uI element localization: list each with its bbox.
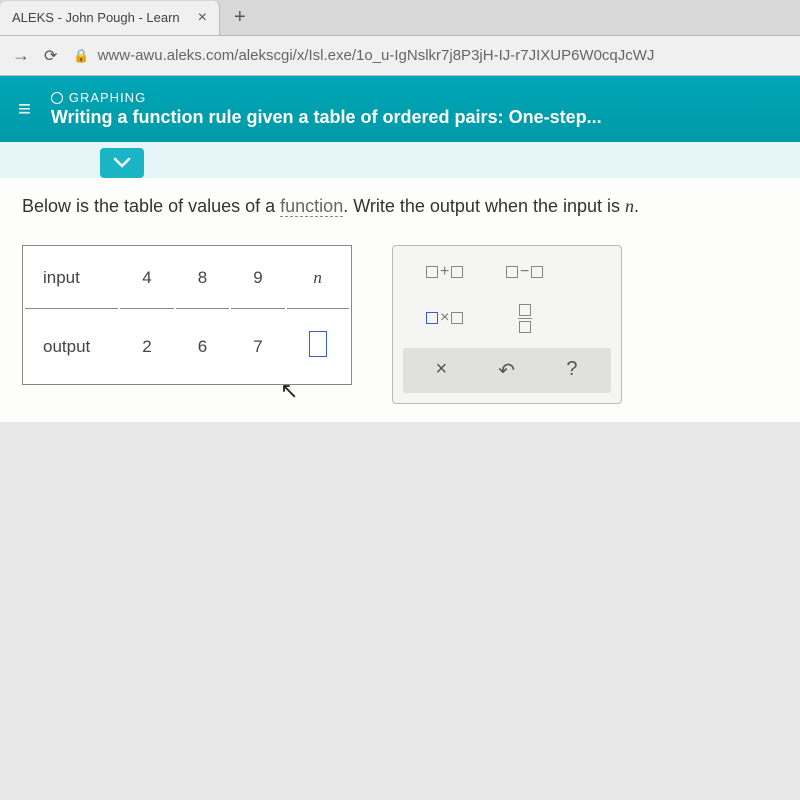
url-text: www-awu.aleks.com/alekscgi/x/Isl.exe/1o_… <box>98 47 655 64</box>
browser-nav-bar: → ⟳ 🔒 www-awu.aleks.com/alekscgi/x/Isl.e… <box>0 36 800 76</box>
input-cell: n <box>287 248 349 309</box>
topic-title: Writing a function rule given a table of… <box>51 107 602 128</box>
browser-tab[interactable]: ALEKS - John Pough - Learn × <box>0 1 220 35</box>
lock-icon: 🔒 <box>73 48 89 64</box>
problem-area: Below is the table of values of a functi… <box>0 178 800 422</box>
tool-actions: × ↶ ? <box>403 348 611 393</box>
function-link[interactable]: function <box>280 196 343 217</box>
browser-tab-bar: ALEKS - John Pough - Learn × + <box>0 0 800 36</box>
tool-panel: + − × × ↶ ? <box>392 245 622 404</box>
input-cell: 8 <box>176 248 229 309</box>
chevron-down-button[interactable] <box>100 148 144 178</box>
tool-fraction[interactable] <box>495 302 555 334</box>
tool-subtract[interactable]: − <box>495 256 555 288</box>
chevron-row <box>0 142 800 178</box>
category-circle-icon <box>51 92 63 104</box>
tool-undo[interactable]: ↶ <box>487 358 527 383</box>
url-bar[interactable]: 🔒 www-awu.aleks.com/alekscgi/x/Isl.exe/1… <box>67 47 792 64</box>
close-tab-icon[interactable]: × <box>198 9 207 27</box>
answer-cell[interactable] <box>287 311 349 382</box>
output-cell: 6 <box>176 311 229 382</box>
app-header: ≡ GRAPHING Writing a function rule given… <box>0 76 800 142</box>
tool-add[interactable]: + <box>415 256 475 288</box>
output-cell: 2 <box>120 311 173 382</box>
topic-category: GRAPHING <box>51 90 602 105</box>
new-tab-button[interactable]: + <box>220 6 260 29</box>
input-cell: 4 <box>120 248 173 309</box>
forward-icon[interactable]: → <box>8 45 34 66</box>
row-label: input <box>25 248 118 309</box>
table-row: output 2 6 7 <box>25 311 349 382</box>
table-row: input 4 8 9 n <box>25 248 349 309</box>
tool-clear[interactable]: × <box>421 358 461 383</box>
value-table: input 4 8 9 n output 2 6 7 <box>22 245 352 385</box>
menu-icon[interactable]: ≡ <box>18 96 31 122</box>
row-label: output <box>25 311 118 382</box>
input-cell: 9 <box>231 248 284 309</box>
reload-icon[interactable]: ⟳ <box>44 46 57 66</box>
tool-multiply[interactable]: × <box>415 302 475 334</box>
answer-input-box <box>309 331 327 357</box>
tab-title: ALEKS - John Pough - Learn <box>12 10 180 25</box>
chevron-down-icon <box>113 157 131 169</box>
output-cell: 7 <box>231 311 284 382</box>
tool-help[interactable]: ? <box>552 358 592 383</box>
problem-text: Below is the table of values of a functi… <box>22 196 778 217</box>
